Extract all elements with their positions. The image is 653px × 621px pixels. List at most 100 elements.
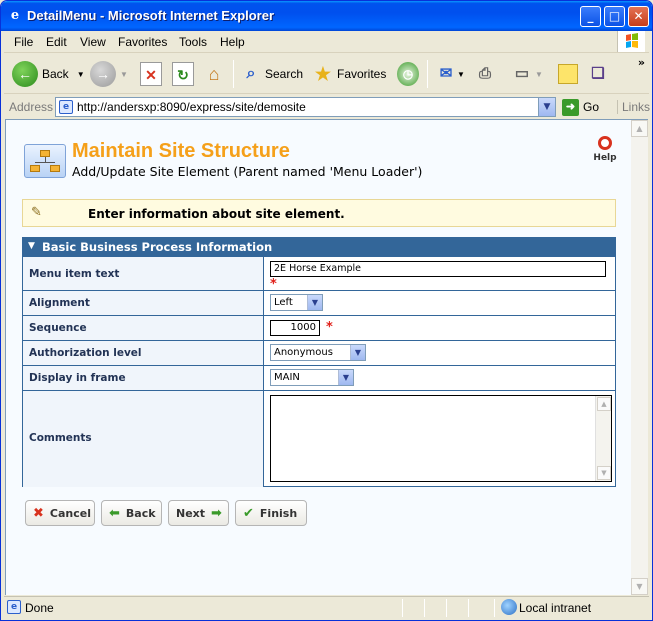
edit-page-icon: ▭ xyxy=(514,65,530,82)
cancel-label: Cancel xyxy=(49,506,91,520)
comments-textarea[interactable]: ▲ ▼ xyxy=(270,395,612,482)
forward-arrow-icon: → xyxy=(90,61,116,87)
security-zone: Local intranet xyxy=(519,601,592,615)
page-title: Maintain Site Structure xyxy=(72,140,290,162)
standard-toolbar: ← Back ▼ → ▼ ✕ ↻ ⌂ ⌕ Search ★ Favorites … xyxy=(4,54,649,94)
back-dropdown-icon[interactable]: ▼ xyxy=(77,70,85,79)
menu-edit[interactable]: Edit xyxy=(46,35,67,49)
windows-logo-icon xyxy=(617,31,645,52)
favorites-label: Favorites xyxy=(337,67,387,81)
menu-help[interactable]: Help xyxy=(220,35,245,49)
back-label: Back xyxy=(42,67,69,81)
alignment-label: Alignment xyxy=(29,297,90,309)
home-button[interactable]: ⌂ xyxy=(203,58,225,90)
note-icon xyxy=(558,64,578,84)
address-bar: Address e http://andersxp:8090/express/s… xyxy=(4,95,650,119)
menu-item-text-label: Menu item text xyxy=(29,268,120,280)
minimize-button[interactable]: _ xyxy=(580,6,601,27)
menu-favorites[interactable]: Favorites xyxy=(118,35,167,49)
research-button[interactable]: ❑ xyxy=(587,58,609,90)
form-row-menu-item-text: Menu item text 2E Horse Example * xyxy=(23,257,615,292)
address-dropdown-icon[interactable]: ▼ xyxy=(538,98,555,116)
globe-icon xyxy=(501,599,517,615)
menu-bar: File Edit View Favorites Tools Help xyxy=(4,31,649,53)
back-wizard-button[interactable]: ⬅ Back xyxy=(101,500,162,526)
cancel-button[interactable]: ✖ Cancel xyxy=(25,500,95,526)
menu-view[interactable]: View xyxy=(80,35,106,49)
discuss-button[interactable] xyxy=(558,58,578,90)
edit-button[interactable]: ▭ ▼ xyxy=(509,58,543,90)
toolbar-separator xyxy=(233,60,234,88)
wand-icon: ✎ xyxy=(31,205,42,220)
links-button[interactable]: Links xyxy=(617,100,650,114)
stop-button[interactable]: ✕ xyxy=(140,58,162,90)
stop-icon: ✕ xyxy=(140,62,162,86)
chevron-down-icon: ▼ xyxy=(338,370,353,385)
alignment-value: Left xyxy=(274,297,293,308)
next-arrow-icon: ➡ xyxy=(211,505,222,521)
scroll-up-icon[interactable]: ▲ xyxy=(631,120,648,137)
print-button[interactable]: ⎙ xyxy=(474,58,496,90)
sequence-input[interactable]: 1000 xyxy=(270,320,320,336)
status-divider xyxy=(446,599,447,617)
forward-dropdown-icon[interactable]: ▼ xyxy=(120,70,128,79)
authorization-level-select[interactable]: Anonymous ▼ xyxy=(270,344,366,361)
lifebuoy-icon xyxy=(598,136,612,150)
scroll-down-icon[interactable]: ▼ xyxy=(597,466,611,480)
search-button[interactable]: ⌕ Search xyxy=(240,58,304,90)
forward-button[interactable]: → ▼ xyxy=(90,58,128,90)
mail-dropdown-icon[interactable]: ▼ xyxy=(457,70,465,79)
history-icon: ◷ xyxy=(397,62,419,86)
back-arrow-icon: ← xyxy=(12,61,38,87)
back-button[interactable]: ← Back ▼ xyxy=(12,58,85,90)
browser-window: e DetailMenu - Microsoft Internet Explor… xyxy=(0,0,653,621)
status-divider xyxy=(402,599,403,617)
address-input[interactable]: e http://andersxp:8090/express/site/demo… xyxy=(55,97,556,117)
go-button[interactable]: ➜ Go xyxy=(562,97,599,117)
form-row-display-in-frame: Display in frame MAIN ▼ xyxy=(23,366,615,391)
maximize-button[interactable]: □ xyxy=(604,6,625,27)
info-text: Enter information about site element. xyxy=(88,207,345,221)
next-button[interactable]: Next ➡ xyxy=(168,500,229,526)
refresh-icon: ↻ xyxy=(172,62,194,86)
refresh-button[interactable]: ↻ xyxy=(172,58,194,90)
textarea-scrollbar[interactable]: ▲ ▼ xyxy=(595,396,611,481)
address-url: http://andersxp:8090/express/site/demosi… xyxy=(77,100,306,114)
status-divider xyxy=(494,599,495,617)
form-row-authorization-level: Authorization level Anonymous ▼ xyxy=(23,341,615,366)
scroll-up-icon[interactable]: ▲ xyxy=(597,397,611,411)
section-header[interactable]: ▼ Basic Business Process Information xyxy=(22,237,616,257)
history-button[interactable]: ◷ xyxy=(397,58,419,90)
menu-file[interactable]: File xyxy=(14,35,33,49)
info-message: ✎ Enter information about site element. xyxy=(22,199,616,227)
chevron-down-icon: ▼ xyxy=(307,295,322,310)
research-icon: ❑ xyxy=(591,65,605,82)
back-wizard-label: Back xyxy=(125,506,156,520)
sequence-label: Sequence xyxy=(29,322,87,334)
toolbar-separator xyxy=(427,60,428,88)
search-label: Search xyxy=(265,67,304,81)
window-title: DetailMenu - Microsoft Internet Explorer xyxy=(27,8,275,23)
menu-item-text-input[interactable]: 2E Horse Example xyxy=(270,261,606,277)
title-bar[interactable]: e DetailMenu - Microsoft Internet Explor… xyxy=(1,1,652,31)
menu-tools[interactable]: Tools xyxy=(179,35,207,49)
toolbar-overflow-icon[interactable]: » xyxy=(638,56,645,69)
close-button[interactable]: ✕ xyxy=(628,6,649,27)
required-marker: * xyxy=(326,320,333,335)
address-label: Address xyxy=(9,100,54,114)
mail-icon: ✉ xyxy=(439,65,453,82)
display-in-frame-label: Display in frame xyxy=(29,372,126,384)
help-button[interactable]: Help xyxy=(592,136,618,163)
page-content: Maintain Site Structure Add/Update Site … xyxy=(5,119,631,595)
scroll-down-icon[interactable]: ▼ xyxy=(631,578,648,595)
page-scrollbar[interactable]: ▲ ▼ xyxy=(631,119,648,595)
chevron-down-icon: ▼ xyxy=(350,345,365,360)
favorites-button[interactable]: ★ Favorites xyxy=(312,58,386,90)
finish-button[interactable]: ✔ Finish xyxy=(235,500,307,526)
alignment-select[interactable]: Left ▼ xyxy=(270,294,323,311)
display-in-frame-select[interactable]: MAIN ▼ xyxy=(270,369,354,386)
edit-dropdown-icon[interactable]: ▼ xyxy=(535,70,543,79)
go-arrow-icon: ➜ xyxy=(562,98,579,116)
mail-button[interactable]: ✉ ▼ xyxy=(435,58,465,90)
finish-label: Finish xyxy=(259,506,298,520)
